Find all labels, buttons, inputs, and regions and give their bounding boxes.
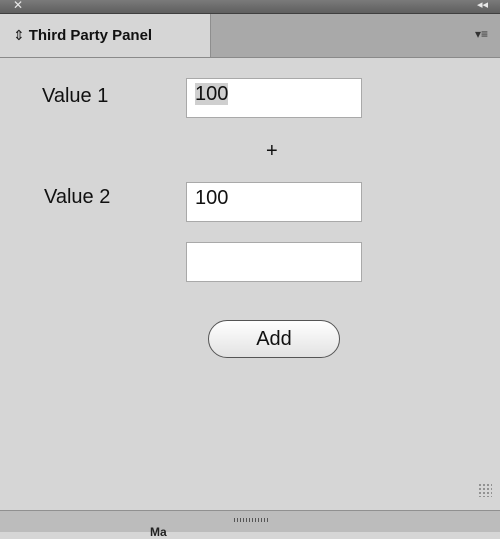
- tab-third-party-panel[interactable]: ⇕ Third Party Panel: [0, 14, 211, 57]
- operator-label: +: [266, 140, 278, 162]
- value1-text: 100: [195, 83, 229, 105]
- resize-grip-icon[interactable]: [478, 483, 492, 497]
- panel-titlebar: ✕ ◂◂: [0, 0, 500, 14]
- tab-arrows-icon: ⇕: [13, 27, 25, 43]
- tab-label: Third Party Panel: [28, 27, 153, 44]
- bottom-bar: Ma: [0, 510, 500, 539]
- bottom-bar-label: Ma: [150, 525, 167, 539]
- panel-menu-icon[interactable]: ▾≡: [475, 27, 488, 41]
- panel-tab-row: ⇕ Third Party Panel ▾≡: [0, 14, 500, 58]
- value1-input[interactable]: 100: [186, 78, 362, 118]
- result-field[interactable]: [186, 242, 362, 282]
- value2-input[interactable]: 100: [186, 182, 362, 222]
- value2-label: Value 2: [44, 186, 111, 208]
- panel-content: Value 1 100 + Value 2 100 Add: [0, 58, 500, 490]
- value1-label: Value 1: [42, 85, 109, 107]
- resize-handle-icon[interactable]: [234, 518, 268, 522]
- add-button[interactable]: Add: [208, 320, 340, 358]
- value2-text: 100: [195, 187, 229, 209]
- collapse-icon[interactable]: ◂◂: [477, 0, 488, 12]
- close-icon[interactable]: ✕: [13, 0, 23, 12]
